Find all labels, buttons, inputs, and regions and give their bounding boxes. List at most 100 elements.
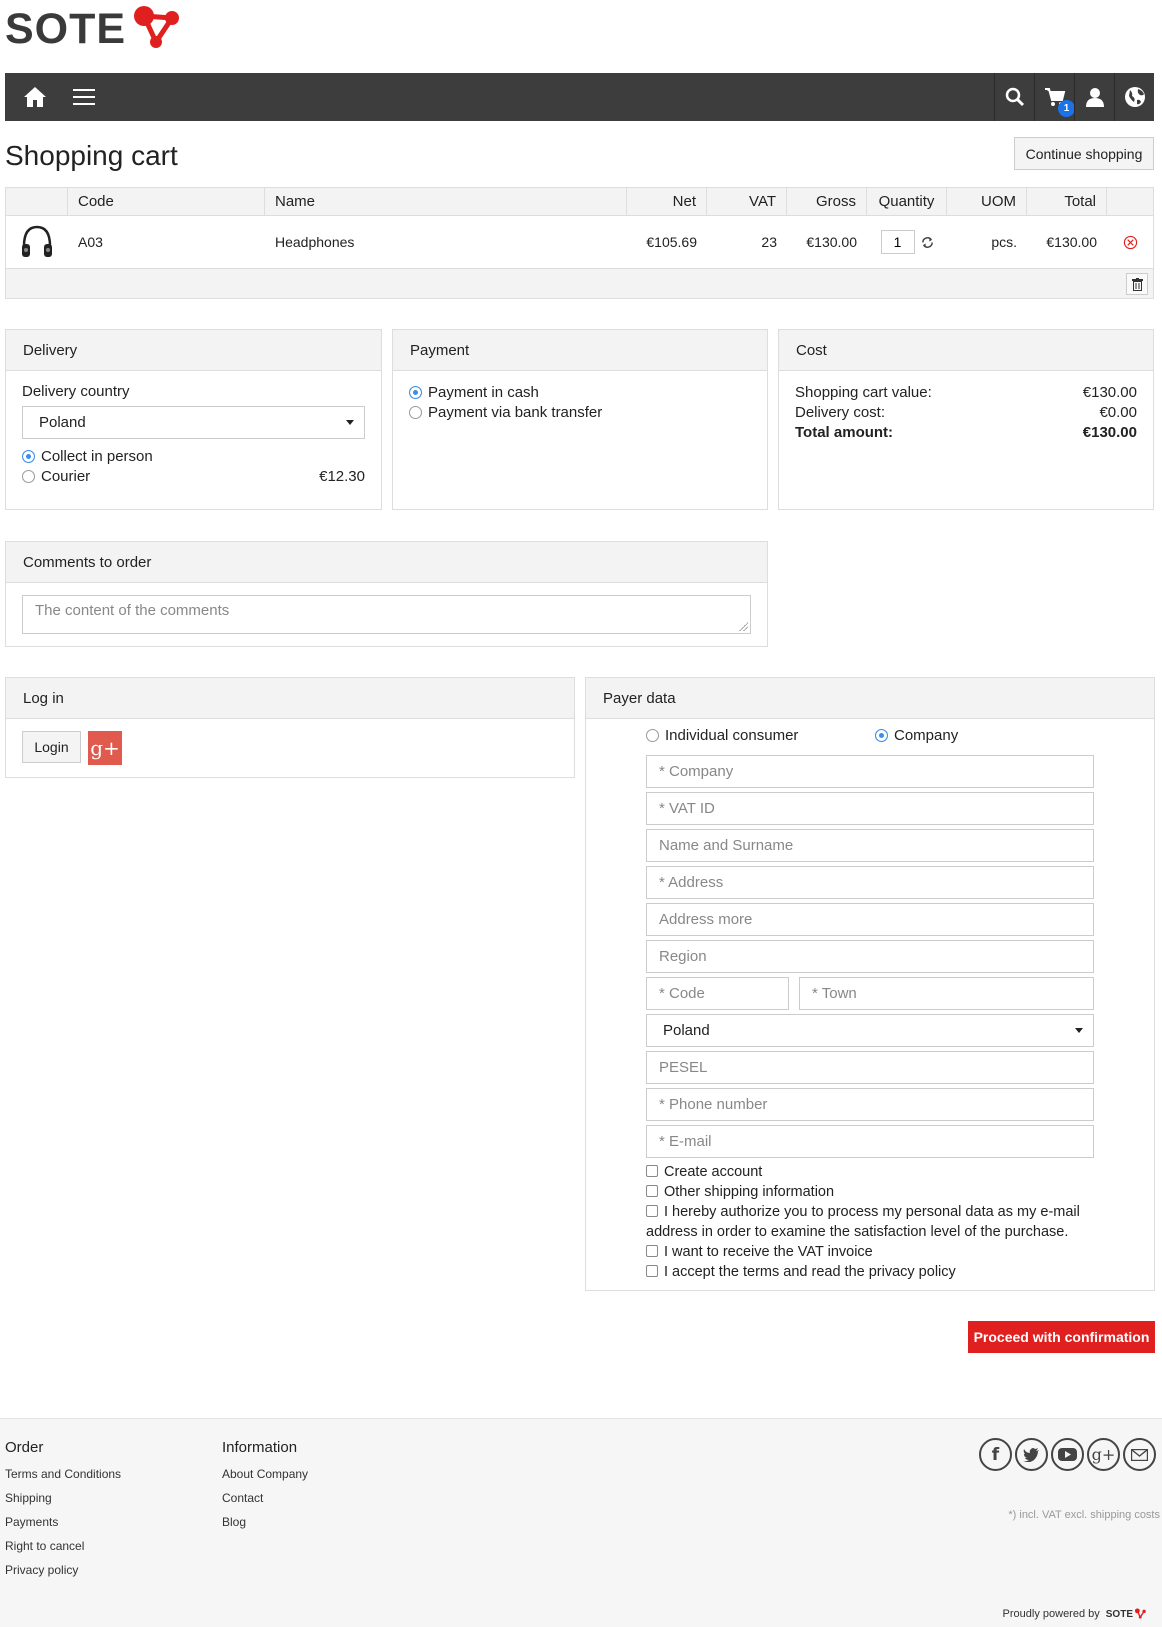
radio-cash[interactable] [409, 385, 422, 399]
payment-panel: Payment Payment in cash Payment via bank… [392, 329, 768, 510]
powered-by-text: Proudly powered by [1002, 1608, 1100, 1620]
cell-gross: €130.00 [806, 234, 857, 250]
footer-info-title: Information [222, 1439, 298, 1456]
address-field[interactable]: * Address [646, 866, 1094, 899]
radio-courier[interactable] [22, 469, 35, 483]
cart-table-header: Code Name Net VAT Gross Quantity UOM Tot… [6, 188, 1153, 216]
twitter-icon [1023, 1447, 1039, 1462]
phone-field[interactable]: * Phone number [646, 1088, 1094, 1121]
delivery-country-value: Poland [39, 414, 86, 431]
delivery-country-label: Delivery country [22, 383, 130, 400]
pesel-field[interactable]: PESEL [646, 1051, 1094, 1084]
company-field[interactable]: * Company [646, 755, 1094, 788]
header-code: Code [68, 188, 265, 215]
facebook-button[interactable]: f [979, 1438, 1012, 1471]
trash-icon [1131, 277, 1143, 291]
clear-cart-button[interactable] [1126, 273, 1148, 295]
twitter-button[interactable] [1015, 1438, 1048, 1471]
account-button[interactable] [1074, 73, 1114, 121]
payer-country-select[interactable]: Poland [646, 1014, 1094, 1047]
home-button[interactable] [18, 73, 52, 121]
footer-link-shipping[interactable]: Shipping [5, 1486, 121, 1510]
payment-option-cash[interactable]: Payment in cash [409, 383, 751, 403]
authorize-checkbox[interactable] [646, 1205, 658, 1218]
cart-button[interactable]: 1 [1034, 73, 1075, 121]
site-logo[interactable]: SOTE [5, 4, 180, 54]
vat-invoice-label: I want to receive the VAT invoice [664, 1244, 873, 1260]
payer-type-label: Company [894, 727, 959, 744]
other-shipping-checkbox[interactable] [646, 1185, 658, 1198]
payer-type-individual[interactable]: Individual consumer [646, 727, 875, 747]
radio-individual[interactable] [646, 728, 659, 742]
quantity-input[interactable] [880, 230, 915, 254]
create-account-checkbox[interactable] [646, 1165, 658, 1178]
header-actions [1107, 188, 1153, 215]
payment-option-label: Payment in cash [428, 384, 539, 401]
footer-link-terms[interactable]: Terms and Conditions [5, 1462, 121, 1486]
user-icon [1085, 88, 1104, 107]
email-button[interactable] [1123, 1438, 1156, 1471]
cart-value-label: Shopping cart value: [795, 384, 932, 401]
terms-checkbox[interactable] [646, 1265, 658, 1278]
delivery-option-courier[interactable]: Courier €12.30 [22, 467, 365, 487]
youtube-button[interactable] [1051, 1438, 1084, 1471]
powered-by[interactable]: Proudly powered by SOTE [1003, 1608, 1146, 1620]
language-button[interactable] [1114, 73, 1154, 121]
comments-textarea[interactable]: The content of the comments [22, 595, 751, 634]
terms-option[interactable]: I accept the terms and read the privacy … [646, 1262, 1094, 1282]
authorize-label-line1: I hereby authorize you to process my per… [664, 1204, 1080, 1220]
footer-link-right-to-cancel[interactable]: Right to cancel [5, 1534, 121, 1558]
login-button[interactable]: Login [22, 731, 81, 763]
other-shipping-option[interactable]: Other shipping information [646, 1182, 1094, 1202]
search-button[interactable] [994, 73, 1034, 121]
payment-option-transfer[interactable]: Payment via bank transfer [409, 403, 751, 423]
login-title: Log in [6, 678, 574, 719]
create-account-label: Create account [664, 1164, 763, 1180]
vat-invoice-checkbox[interactable] [646, 1245, 658, 1258]
cost-panel: Cost Shopping cart value: €130.00 Deliver… [778, 329, 1154, 510]
delivery-cost-label: Delivery cost: [795, 404, 886, 421]
footer-link-about[interactable]: About Company [222, 1462, 308, 1486]
product-image[interactable] [6, 216, 68, 268]
continue-shopping-button[interactable]: Continue shopping [1014, 137, 1154, 170]
vat-invoice-option[interactable]: I want to receive the VAT invoice [646, 1242, 1094, 1262]
resize-grip-icon[interactable] [738, 621, 748, 631]
footer-link-payments[interactable]: Payments [5, 1510, 121, 1534]
total-amount-label: Total amount: [795, 424, 894, 441]
address-more-field[interactable]: Address more [646, 903, 1094, 936]
google-plus-login-button[interactable]: g+ [88, 731, 122, 765]
menu-icon [73, 89, 95, 105]
proceed-confirmation-button[interactable]: Proceed with confirmation [968, 1321, 1155, 1353]
delivery-title: Delivery [6, 330, 381, 371]
radio-company[interactable] [875, 728, 888, 742]
radio-collect[interactable] [22, 449, 35, 463]
email-field[interactable]: * E-mail [646, 1125, 1094, 1158]
authorize-option[interactable]: I hereby authorize you to process my per… [646, 1202, 1094, 1222]
header-total: Total [1027, 188, 1107, 215]
menu-button[interactable] [67, 73, 101, 121]
radio-transfer[interactable] [409, 405, 422, 419]
region-field[interactable]: Region [646, 940, 1094, 973]
footer-link-contact[interactable]: Contact [222, 1486, 308, 1510]
name-surname-field[interactable]: Name and Surname [646, 829, 1094, 862]
payer-type-label: Individual consumer [665, 727, 799, 744]
google-plus-icon: g+ [90, 736, 120, 760]
vat-id-field[interactable]: * VAT ID [646, 792, 1094, 825]
delivery-option-label: Courier [41, 468, 91, 485]
payer-type-company[interactable]: Company [875, 727, 958, 747]
delivery-option-collect[interactable]: Collect in person [22, 447, 365, 467]
comments-placeholder: The content of the comments [35, 602, 230, 619]
cell-code: A03 [78, 234, 103, 250]
footer-link-blog[interactable]: Blog [222, 1510, 308, 1534]
comments-panel: Comments to order The content of the com… [5, 541, 768, 647]
delivery-country-select[interactable]: Poland [22, 406, 365, 439]
home-icon [24, 87, 46, 107]
town-field[interactable]: * Town [799, 977, 1094, 1010]
footer-link-privacy[interactable]: Privacy policy [5, 1558, 121, 1582]
cell-name[interactable]: Headphones [265, 216, 627, 268]
remove-item-button[interactable] [1107, 216, 1153, 268]
refresh-icon[interactable] [921, 236, 934, 249]
google-plus-button[interactable]: g+ [1087, 1438, 1120, 1471]
create-account-option[interactable]: Create account [646, 1162, 1094, 1182]
postal-code-field[interactable]: * Code [646, 977, 789, 1010]
